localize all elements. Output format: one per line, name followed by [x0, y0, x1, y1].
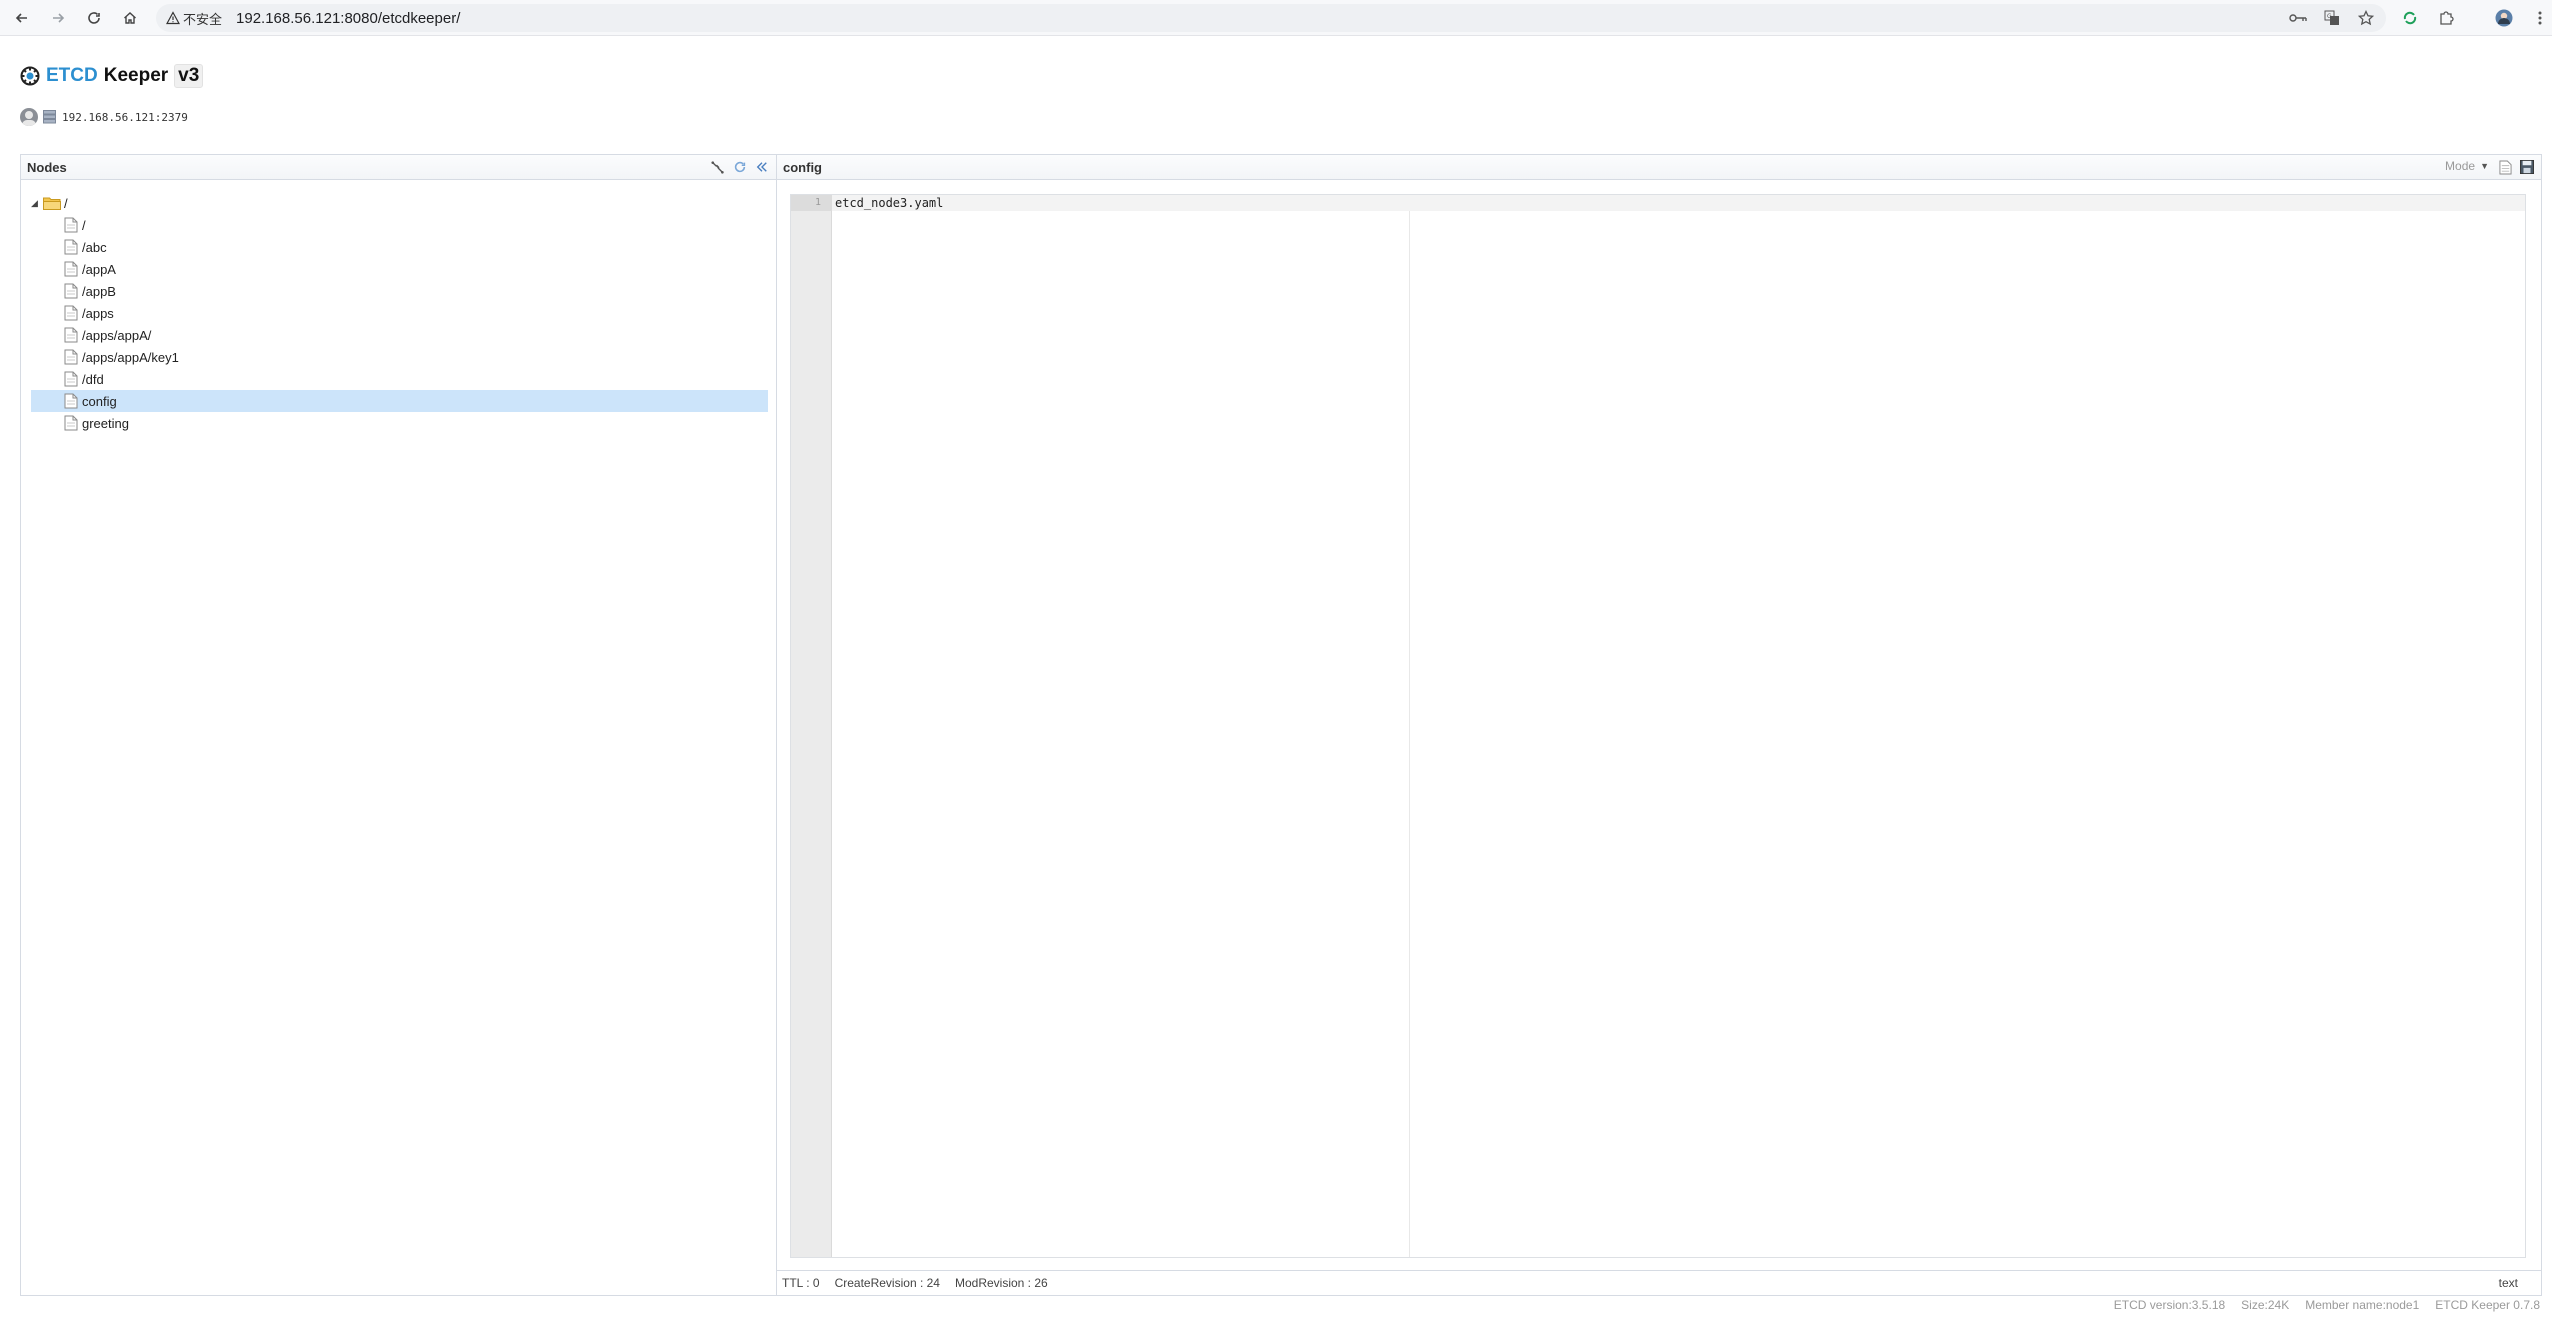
reload-icon[interactable] [80, 4, 108, 32]
mode-select[interactable]: Mode ▼ [2445, 159, 2489, 173]
footer: ETCD version:3.5.18 Size:24K Member name… [2114, 1298, 2540, 1312]
save-icon[interactable] [2519, 159, 2535, 175]
tree-node[interactable]: /dfd [31, 368, 768, 390]
forward-icon[interactable] [44, 4, 72, 32]
tree-node[interactable]: /apps/appA/key1 [31, 346, 768, 368]
extension-sync-icon[interactable] [2398, 4, 2422, 32]
password-key-icon[interactable] [2288, 8, 2308, 28]
security-chip[interactable]: 不安全 [166, 9, 222, 28]
extensions-puzzle-icon[interactable] [2434, 4, 2458, 32]
editor-panel-title: config [783, 159, 822, 175]
nodes-panel-header: Nodes [21, 155, 776, 180]
file-icon [64, 349, 78, 365]
tree-node[interactable]: config [31, 390, 768, 412]
tree-root[interactable]: ◢ / [31, 192, 768, 214]
keeper-version: ETCD Keeper 0.7.8 [2435, 1298, 2540, 1312]
browser-toolbar: 不安全 192.168.56.121:8080/etcdkeeper/ G [0, 0, 2552, 36]
tree-node[interactable]: /abc [31, 236, 768, 258]
tree-node[interactable]: greeting [31, 412, 768, 434]
file-icon [64, 261, 78, 277]
server-info: 192.168.56.121:2379 [20, 108, 188, 126]
svg-text:G: G [2327, 13, 2332, 20]
home-icon[interactable] [116, 4, 144, 32]
title-version-badge: v3 [174, 64, 204, 88]
refresh-icon[interactable] [732, 159, 748, 175]
etcd-version: ETCD version:3.5.18 [2113, 1298, 2226, 1312]
url-text: 192.168.56.121:8080/etcdkeeper/ [236, 9, 461, 27]
bookmark-star-icon[interactable] [2356, 8, 2376, 28]
server-address: 192.168.56.121:2379 [62, 110, 188, 124]
etcd-logo-icon [20, 66, 40, 86]
tree-node-label: greeting [82, 415, 129, 431]
file-icon [64, 371, 78, 387]
tree-node-label: / [82, 217, 86, 233]
tree-node[interactable]: /apps/appA/ [31, 324, 768, 346]
warning-icon [166, 11, 180, 25]
tree-node-label: /appA [82, 261, 116, 277]
editor-status-bar: TTL : 0 CreateRevision : 24 ModRevision … [777, 1270, 2541, 1295]
title-keeper: Keeper [103, 65, 169, 86]
connect-icon[interactable] [710, 159, 726, 175]
dropdown-arrow-icon: ▼ [2480, 161, 2489, 171]
collapse-panel-icon[interactable] [754, 159, 770, 175]
expand-caret-icon[interactable]: ◢ [31, 198, 43, 209]
editor-gutter [791, 195, 832, 1257]
tree-node-label: config [82, 393, 117, 409]
back-icon[interactable] [8, 4, 36, 32]
file-icon [64, 283, 78, 299]
translate-icon[interactable]: G [2322, 8, 2342, 28]
print-margin [1409, 211, 1410, 1257]
tree-node[interactable]: /appA [31, 258, 768, 280]
profile-avatar-icon[interactable] [2492, 4, 2516, 32]
folder-open-icon [43, 197, 61, 210]
browser-menu-icon[interactable] [2528, 4, 2552, 32]
db-size: Size:24K [2241, 1298, 2290, 1312]
nodes-panel: Nodes ◢ / / /abc/appA/appB/apps/apps/appA… [20, 154, 777, 1296]
editor-panel: config Mode ▼ 1 etcd_node3.yaml TTL : 0 … [776, 154, 2542, 1296]
editor-panel-header: config Mode ▼ [777, 155, 2541, 180]
tree-root-label: / [64, 195, 68, 211]
new-document-icon[interactable] [2497, 159, 2513, 175]
tree-node-label: /appB [82, 283, 116, 299]
file-icon [64, 415, 78, 431]
tree-node-label: /apps/appA/key1 [82, 349, 179, 365]
file-icon [64, 327, 78, 343]
security-label: 不安全 [183, 11, 223, 27]
mode-label: Mode [2445, 159, 2476, 173]
editor-mode-status: text [2498, 1276, 2518, 1290]
member-name: Member name:node1 [2305, 1298, 2420, 1312]
tree-node-label: /abc [82, 239, 107, 255]
app-title: ETCD Keeper v3 [20, 64, 204, 88]
file-icon [64, 305, 78, 321]
address-bar[interactable]: 不安全 192.168.56.121:8080/etcdkeeper/ G [156, 4, 2386, 32]
ttl-status: TTL : 0 [782, 1276, 820, 1290]
line-number: 1 [814, 197, 821, 208]
code-line[interactable]: etcd_node3.yaml [835, 196, 943, 210]
nodes-panel-title: Nodes [27, 159, 67, 175]
tree-node-label: /apps/appA/ [82, 327, 152, 343]
user-avatar-icon[interactable] [20, 108, 38, 126]
tree-node[interactable]: /apps [31, 302, 768, 324]
tree-node-label: /apps [82, 305, 114, 321]
title-etcd: ETCD [46, 65, 98, 86]
node-tree: ◢ / / /abc/appA/appB/apps/apps/appA/ /apps… [31, 192, 768, 434]
server-list-icon[interactable] [43, 110, 56, 124]
active-line-highlight [832, 195, 2525, 211]
tree-node-label: /dfd [82, 371, 104, 387]
file-icon [64, 239, 78, 255]
file-icon [64, 217, 78, 233]
tree-node[interactable]: /appB [31, 280, 768, 302]
create-revision-status: CreateRevision : 24 [834, 1276, 940, 1290]
code-editor[interactable]: 1 etcd_node3.yaml [790, 194, 2526, 1258]
file-icon [64, 393, 78, 409]
mod-revision-status: ModRevision : 26 [954, 1276, 1048, 1290]
tree-node[interactable]: / [31, 214, 768, 236]
